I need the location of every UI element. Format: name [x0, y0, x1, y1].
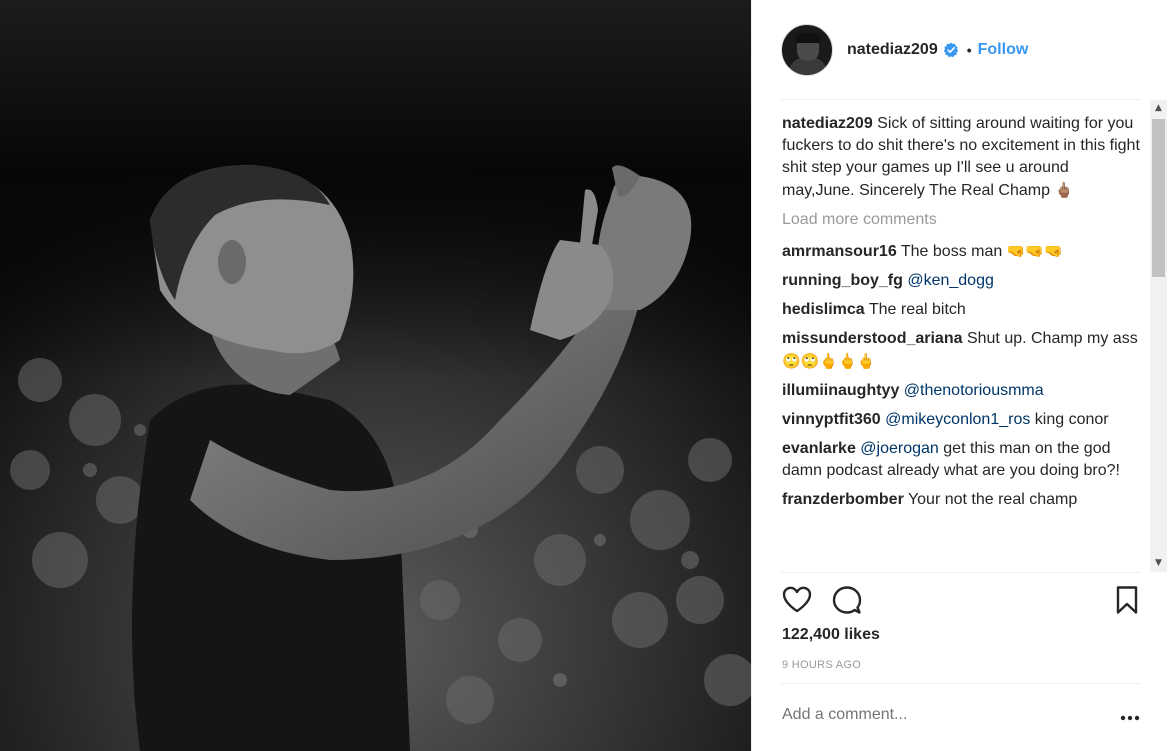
comment-username[interactable]: amrmansour16	[782, 243, 897, 260]
add-comment-input[interactable]	[782, 706, 1102, 724]
comments-divider	[781, 572, 1141, 573]
load-more-comments-button[interactable]: Load more comments	[782, 209, 1144, 231]
comment-username[interactable]: evanlarke	[782, 440, 856, 457]
comment-username[interactable]: hedislimca	[782, 301, 865, 318]
post-timestamp[interactable]: 9 HOURS AGO	[782, 659, 861, 671]
comment-item: vinnyptfit360 @mikeyconlon1_ros king con…	[782, 409, 1144, 431]
comment-item: illumiinaughtyy @thenotoriousmma	[782, 380, 1144, 402]
scroll-up-arrow-icon[interactable]: ▲	[1150, 100, 1167, 117]
comment-username[interactable]: missunderstood_ariana	[782, 330, 963, 347]
action-bar	[781, 584, 1143, 618]
comment-text: The real bitch	[868, 301, 966, 318]
caption: natediaz209 Sick of sitting around waiti…	[782, 113, 1144, 202]
post-details-panel: natediaz209 • Follow natediaz209 Sick of…	[751, 0, 1168, 751]
scroll-down-arrow-icon[interactable]: ▼	[1150, 555, 1167, 572]
comments-scrollbar[interactable]: ▲ ▼	[1150, 100, 1167, 572]
bookmark-icon[interactable]	[1111, 584, 1143, 616]
comment-bubble-icon[interactable]	[831, 584, 863, 616]
comments-list[interactable]: natediaz209 Sick of sitting around waiti…	[782, 113, 1144, 571]
comment-text: king conor	[1034, 411, 1109, 428]
comment-item: franzderbomber Your not the real champ	[782, 489, 1144, 511]
comment-mention[interactable]: @ken_dogg	[907, 272, 994, 289]
post-header: natediaz209 • Follow	[781, 24, 1141, 76]
comment-text: Shut up. Champ my ass	[966, 330, 1138, 347]
comment-text: Your not the real champ	[907, 491, 1078, 508]
header-divider	[781, 99, 1141, 100]
comment-emoji: 🤜🤜🤜	[1006, 242, 1063, 260]
comment-username[interactable]: illumiinaughtyy	[782, 382, 899, 399]
photo-fighter-gesturing-image	[0, 0, 751, 751]
caption-emoji: 🖕🏽	[1054, 181, 1074, 199]
follow-button[interactable]: Follow	[978, 41, 1029, 59]
heart-icon[interactable]	[781, 584, 813, 616]
comment-item: amrmansour16 The boss man 🤜🤜🤜	[782, 240, 1144, 263]
comment-item: missunderstood_ariana Shut up. Champ my …	[782, 328, 1144, 373]
avatar[interactable]	[781, 24, 833, 76]
more-options-icon[interactable]	[1118, 706, 1142, 730]
comment-username[interactable]: vinnyptfit360	[782, 411, 881, 428]
caption-username[interactable]: natediaz209	[782, 115, 873, 132]
comment-mention[interactable]: @thenotoriousmma	[904, 382, 1044, 399]
comment-mention[interactable]: @joerogan	[860, 440, 939, 457]
comment-item: running_boy_fg @ken_dogg	[782, 270, 1144, 292]
comment-emoji: 🙄🙄🖕🖕🖕	[782, 352, 876, 370]
verified-badge-icon	[943, 42, 958, 58]
footer-divider	[781, 683, 1141, 684]
scrollbar-thumb[interactable]	[1152, 119, 1165, 277]
separator-dot: •	[966, 42, 972, 58]
comment-text: The boss man	[900, 243, 1003, 260]
comment-username[interactable]: running_boy_fg	[782, 272, 903, 289]
post-photo[interactable]	[0, 0, 751, 751]
comment-item: evanlarke @joerogan get this man on the …	[782, 438, 1144, 482]
comment-mention[interactable]: @mikeyconlon1_ros	[885, 411, 1030, 428]
comment-username[interactable]: franzderbomber	[782, 491, 904, 508]
username-link[interactable]: natediaz209	[847, 41, 938, 59]
comment-item: hedislimca The real bitch	[782, 299, 1144, 321]
likes-count[interactable]: 122,400 likes	[782, 626, 880, 644]
